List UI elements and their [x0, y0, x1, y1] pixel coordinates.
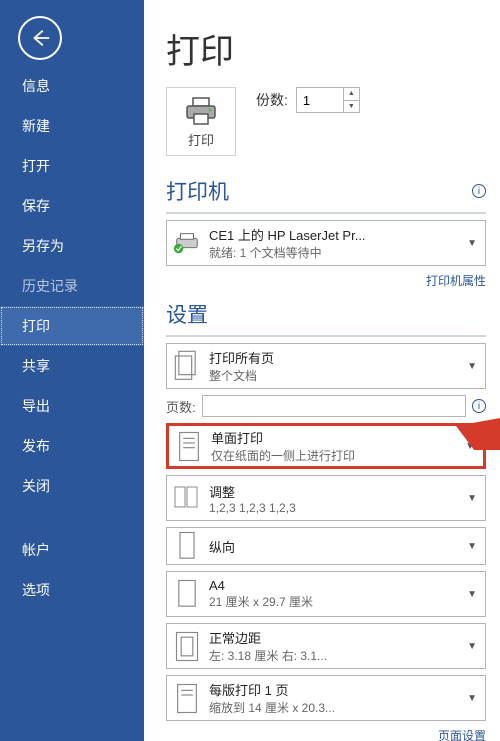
nav-save[interactable]: 保存: [0, 186, 144, 226]
margins-icon: [173, 629, 201, 664]
printer-properties-link[interactable]: 打印机属性: [166, 272, 486, 289]
settings-section-title: 设置: [166, 299, 208, 329]
nav-info[interactable]: 信息: [0, 66, 144, 106]
copies-spinner[interactable]: ▲ ▼: [296, 87, 360, 113]
chevron-down-icon: ▼: [461, 493, 479, 504]
arrow-left-icon: [29, 27, 51, 49]
print-button[interactable]: 打印: [166, 87, 236, 156]
nav-share[interactable]: 共享: [0, 346, 144, 386]
page-setup-link[interactable]: 页面设置: [166, 727, 486, 741]
paper-size-selector[interactable]: A421 厘米 x 29.7 厘米 ▼: [166, 571, 486, 617]
chevron-down-icon: ▼: [461, 641, 479, 652]
info-icon[interactable]: i: [472, 399, 486, 413]
nav-history[interactable]: 历史记录: [0, 266, 144, 306]
per-sheet-icon: [173, 681, 201, 716]
printer-status: 就绪: 1 个文档等待中: [209, 244, 461, 261]
printer-selector[interactable]: CE1 上的 HP LaserJet Pr... 就绪: 1 个文档等待中 ▼: [166, 220, 486, 266]
copies-label: 份数:: [256, 90, 288, 110]
nav-account[interactable]: 帐户: [0, 530, 144, 570]
nav-open[interactable]: 打开: [0, 146, 144, 186]
chevron-down-icon: ▼: [459, 441, 477, 452]
paper-icon: [173, 577, 201, 612]
collate-icon: [173, 483, 201, 513]
orientation-selector[interactable]: 纵向 ▼: [166, 527, 486, 565]
nav-print[interactable]: 打印: [0, 306, 144, 346]
chevron-down-icon: ▼: [461, 589, 479, 600]
nav-options[interactable]: 选项: [0, 570, 144, 610]
print-button-label: 打印: [188, 130, 214, 149]
printer-icon: [184, 96, 218, 126]
single-side-icon: [175, 429, 203, 464]
print-scope-selector[interactable]: 打印所有页整个文档 ▼: [166, 343, 486, 389]
chevron-down-icon: ▼: [461, 238, 479, 249]
chevron-down-icon: ▼: [461, 693, 479, 704]
nav-publish[interactable]: 发布: [0, 426, 144, 466]
main-panel: 打印 打印 份数: ▲ ▼: [144, 0, 500, 741]
pages-per-sheet-selector[interactable]: 每版打印 1 页缩放到 14 厘米 x 20.3... ▼: [166, 675, 486, 721]
back-button[interactable]: [18, 16, 62, 60]
info-icon[interactable]: i: [472, 184, 486, 198]
printer-name: CE1 上的 HP LaserJet Pr...: [209, 225, 461, 244]
page-title: 打印: [166, 24, 486, 73]
nav-new[interactable]: 新建: [0, 106, 144, 146]
printer-section-title: 打印机: [166, 176, 229, 206]
print-sides-selector[interactable]: 单面打印仅在纸面的一侧上进行打印 ▼: [166, 423, 486, 469]
copies-input[interactable]: [297, 88, 343, 112]
chevron-down-icon: ▼: [461, 361, 479, 372]
printer-ready-icon: [173, 232, 201, 254]
copies-up[interactable]: ▲: [344, 88, 359, 101]
portrait-icon: [173, 529, 201, 564]
nav-export[interactable]: 导出: [0, 386, 144, 426]
nav-saveas[interactable]: 另存为: [0, 226, 144, 266]
collate-selector[interactable]: 调整1,2,3 1,2,3 1,2,3 ▼: [166, 475, 486, 521]
pages-input[interactable]: [202, 395, 466, 417]
copies-down[interactable]: ▼: [344, 101, 359, 113]
pages-label: 页数:: [166, 397, 196, 416]
chevron-down-icon: ▼: [461, 541, 479, 552]
pages-icon: [173, 349, 201, 384]
margins-selector[interactable]: 正常边距左: 3.18 厘米 右: 3.1... ▼: [166, 623, 486, 669]
sidebar: 信息 新建 打开 保存 另存为 历史记录 打印 共享 导出 发布 关闭 帐户 选…: [0, 0, 144, 741]
nav-close[interactable]: 关闭: [0, 466, 144, 506]
